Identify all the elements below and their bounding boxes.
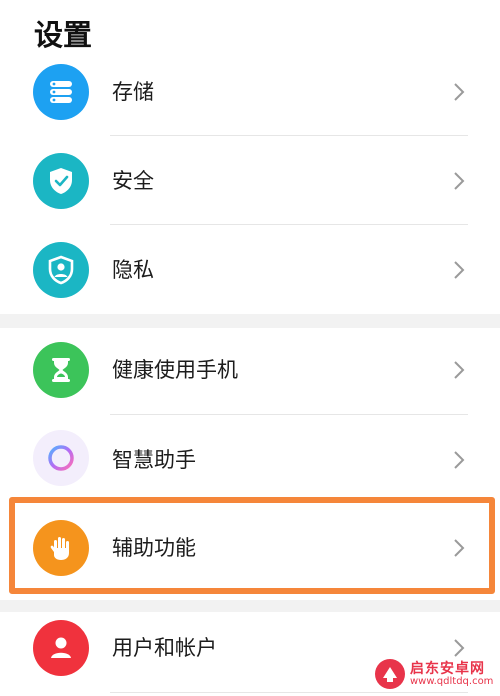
settings-item-label: 健康使用手机 bbox=[112, 358, 238, 382]
divider bbox=[110, 414, 468, 415]
shield-check-icon bbox=[33, 153, 89, 209]
highlight-box bbox=[9, 497, 495, 594]
settings-item-smart-assistant[interactable]: 智慧助手 bbox=[0, 416, 500, 504]
settings-item-label: 用户和帐户 bbox=[112, 636, 217, 660]
divider bbox=[110, 224, 468, 225]
settings-item-security[interactable]: 安全 bbox=[0, 137, 500, 225]
watermark: 启东安卓网 www.qdltdq.com bbox=[370, 656, 498, 694]
chevron-right-icon bbox=[454, 451, 465, 469]
storage-icon bbox=[33, 64, 89, 120]
settings-item-label: 存储 bbox=[112, 80, 154, 104]
watermark-url: www.qdltdq.com bbox=[410, 676, 494, 687]
watermark-logo-icon bbox=[375, 659, 405, 689]
settings-item-label: 智慧助手 bbox=[112, 448, 196, 472]
assistant-ring-icon bbox=[33, 430, 89, 486]
settings-screen: 设置 存储 安全 隐私 健康使用手机 智慧助手 辅助功能 用户和帐户 启东安卓网… bbox=[0, 0, 500, 696]
watermark-name: 启东安卓网 bbox=[410, 661, 485, 677]
settings-item-storage[interactable]: 存储 bbox=[0, 48, 500, 136]
chevron-right-icon bbox=[454, 83, 465, 101]
chevron-right-icon bbox=[454, 361, 465, 379]
chevron-right-icon bbox=[454, 172, 465, 190]
settings-item-label: 安全 bbox=[112, 169, 154, 193]
settings-item-digital-balance[interactable]: 健康使用手机 bbox=[0, 326, 500, 414]
user-icon bbox=[33, 620, 89, 676]
divider bbox=[110, 135, 468, 136]
privacy-shield-icon bbox=[33, 242, 89, 298]
hourglass-icon bbox=[33, 342, 89, 398]
settings-item-label: 隐私 bbox=[112, 258, 154, 282]
settings-item-privacy[interactable]: 隐私 bbox=[0, 226, 500, 314]
chevron-right-icon bbox=[454, 261, 465, 279]
